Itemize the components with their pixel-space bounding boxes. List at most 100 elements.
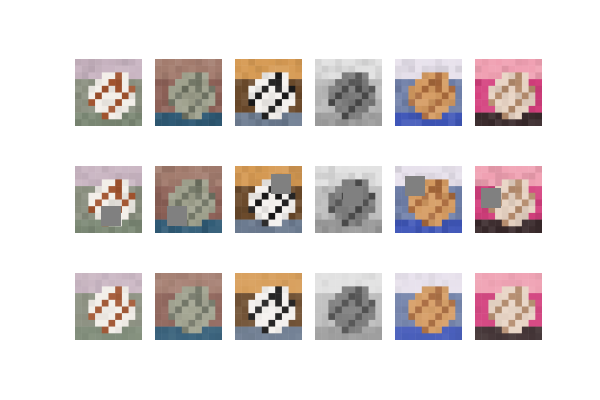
pixel-block — [501, 219, 509, 227]
pixel-block — [435, 179, 443, 187]
pixel-block — [348, 172, 356, 180]
pixel-block — [328, 226, 336, 233]
pixel-block — [208, 219, 216, 227]
pixel-block — [115, 179, 123, 187]
pixel-block — [81, 72, 89, 80]
pixel-block — [368, 192, 376, 200]
pixel-block — [341, 179, 349, 187]
pixel-block — [241, 186, 249, 193]
pixel-block — [315, 112, 322, 120]
pixel-block — [341, 119, 349, 126]
pixel-block — [295, 99, 302, 107]
pixel-block — [435, 105, 443, 113]
pixel-block — [448, 166, 456, 173]
pixel-block — [335, 226, 342, 233]
pixel-block — [435, 212, 443, 220]
pixel-block — [321, 166, 329, 173]
pixel-block — [495, 179, 502, 187]
pixel-block — [295, 85, 302, 93]
pixel-block — [201, 85, 209, 93]
pixel-block — [515, 206, 523, 214]
black-white-cat-image — [235, 59, 302, 126]
pixel-block — [268, 226, 276, 233]
pixel-block — [275, 79, 283, 86]
pixel-block — [348, 112, 356, 120]
gray-cat-image — [315, 166, 382, 233]
pixel-block — [335, 99, 342, 107]
pixel-block — [268, 72, 276, 80]
pixel-block — [475, 172, 482, 180]
pixel-block — [395, 65, 402, 73]
pixel-block — [168, 166, 176, 173]
pixel-block — [168, 99, 176, 107]
pixel-block — [375, 219, 382, 227]
pixel-block — [121, 65, 129, 73]
pixel-block — [448, 192, 456, 200]
pixel-block — [81, 112, 89, 120]
pixel-block — [81, 59, 89, 66]
pixel-block — [295, 219, 302, 227]
pixel-block — [268, 105, 276, 113]
reconstruction-overlay — [235, 273, 302, 340]
pixel-block — [81, 179, 89, 187]
pixel-block — [201, 186, 209, 193]
pixel-block — [501, 199, 509, 207]
pixel-block — [321, 186, 329, 193]
pixel-block — [195, 186, 203, 193]
pixel-block — [241, 105, 249, 113]
pixel-block — [508, 99, 516, 107]
pixel-block — [315, 92, 322, 100]
pixel-block — [215, 119, 222, 126]
pixel-block — [481, 179, 489, 187]
pixel-block — [235, 85, 242, 93]
pixel-block — [415, 85, 422, 93]
pixel-block — [448, 72, 456, 80]
pixel-block — [368, 119, 376, 126]
pixel-block — [248, 72, 256, 80]
pixel-block — [448, 212, 456, 220]
pixel-block — [368, 166, 376, 173]
pixel-block — [261, 199, 269, 207]
pixel-block — [181, 166, 189, 173]
pixel-block — [375, 166, 382, 173]
pixel-block — [315, 59, 322, 66]
pixel-block — [88, 179, 96, 187]
pixel-block — [161, 226, 169, 233]
pixel-block — [528, 65, 536, 73]
pixel-block — [441, 199, 449, 207]
pixel-block — [248, 105, 256, 113]
pixel-block — [521, 79, 529, 86]
pixel-block — [375, 186, 382, 193]
pixel-block — [481, 99, 489, 107]
pixel-block — [415, 79, 422, 86]
pixel-block — [455, 166, 462, 173]
pixel-block — [341, 65, 349, 73]
pixel-block — [335, 212, 342, 220]
pixel-block — [421, 65, 429, 73]
pixel-block — [155, 179, 162, 187]
pixel-block — [101, 166, 109, 173]
pixel-block — [408, 206, 416, 214]
pixel-block — [515, 186, 523, 193]
pixel-block — [161, 186, 169, 193]
pixel-block — [281, 92, 289, 100]
pixel-block — [435, 59, 443, 66]
occluded-gray-square-papillon-dog-image — [75, 166, 142, 233]
pixel-block — [428, 85, 436, 93]
pixel-block — [488, 166, 496, 173]
occlusion-square — [481, 188, 501, 208]
pixel-block — [261, 219, 269, 227]
pixel-block — [408, 99, 416, 107]
pixel-block — [328, 65, 336, 73]
pixel-block — [101, 192, 109, 200]
pixel-block — [261, 172, 269, 180]
pixel-block — [475, 199, 482, 207]
pixel-block — [481, 59, 489, 66]
pixel-block — [321, 85, 329, 93]
pixel-block — [495, 105, 502, 113]
pixel-block — [508, 79, 516, 86]
pixel-block — [341, 72, 349, 80]
pixel-block — [515, 199, 523, 207]
pixel-block — [395, 59, 402, 66]
pixel-block — [448, 85, 456, 93]
